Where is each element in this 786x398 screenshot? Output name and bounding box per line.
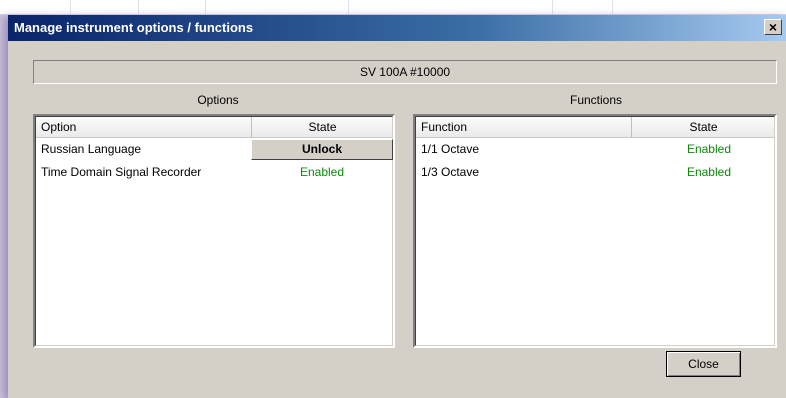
dialog-window: Manage instrument options / functions × … xyxy=(8,15,786,398)
functions-list-inner: Function State 1/1 Octave Enabled 1/3 Oc… xyxy=(415,116,775,346)
options-list[interactable]: Option State Russian Language Unlock Tim… xyxy=(33,114,395,348)
device-label: SV 100A #10000 xyxy=(33,60,777,84)
options-list-header: Option State xyxy=(36,117,392,138)
options-group-title: Options xyxy=(197,93,239,107)
column-header-state[interactable]: State xyxy=(251,117,393,137)
close-icon[interactable]: × xyxy=(764,19,782,35)
screen: Manage instrument options / functions × … xyxy=(0,0,786,398)
background-column-divider xyxy=(612,0,613,14)
background-column-divider xyxy=(552,0,553,14)
background-column-divider xyxy=(205,0,206,14)
window-title: Manage instrument options / functions xyxy=(14,20,254,35)
close-button[interactable]: Close xyxy=(666,351,741,377)
list-item[interactable]: Russian Language Unlock xyxy=(36,138,393,161)
function-name: 1/3 Octave xyxy=(421,165,480,179)
background-app-strip xyxy=(0,0,786,15)
list-item[interactable]: 1/1 Octave Enabled xyxy=(416,138,774,161)
option-name: Russian Language xyxy=(41,142,142,156)
function-name: 1/1 Octave xyxy=(421,142,480,156)
functions-list[interactable]: Function State 1/1 Octave Enabled 1/3 Oc… xyxy=(413,114,777,348)
function-state: Enabled xyxy=(686,142,731,156)
list-item[interactable]: Time Domain Signal Recorder Enabled xyxy=(36,161,392,184)
option-name: Time Domain Signal Recorder xyxy=(41,165,202,179)
background-column-divider xyxy=(70,0,71,14)
unlock-button[interactable]: Unlock xyxy=(251,139,393,160)
option-state: Enabled xyxy=(299,165,345,179)
list-item[interactable]: 1/3 Octave Enabled xyxy=(416,161,774,184)
background-column-divider xyxy=(348,0,349,14)
functions-list-header: Function State xyxy=(416,117,774,138)
column-header-state[interactable]: State xyxy=(631,117,775,137)
column-header-function[interactable]: Function xyxy=(416,117,631,137)
background-column-divider xyxy=(138,0,139,14)
functions-group-title: Functions xyxy=(569,93,623,107)
options-list-inner: Option State Russian Language Unlock Tim… xyxy=(35,116,393,346)
title-bar[interactable]: Manage instrument options / functions × xyxy=(8,15,786,41)
function-state: Enabled xyxy=(686,165,731,179)
column-header-option[interactable]: Option xyxy=(36,117,251,137)
